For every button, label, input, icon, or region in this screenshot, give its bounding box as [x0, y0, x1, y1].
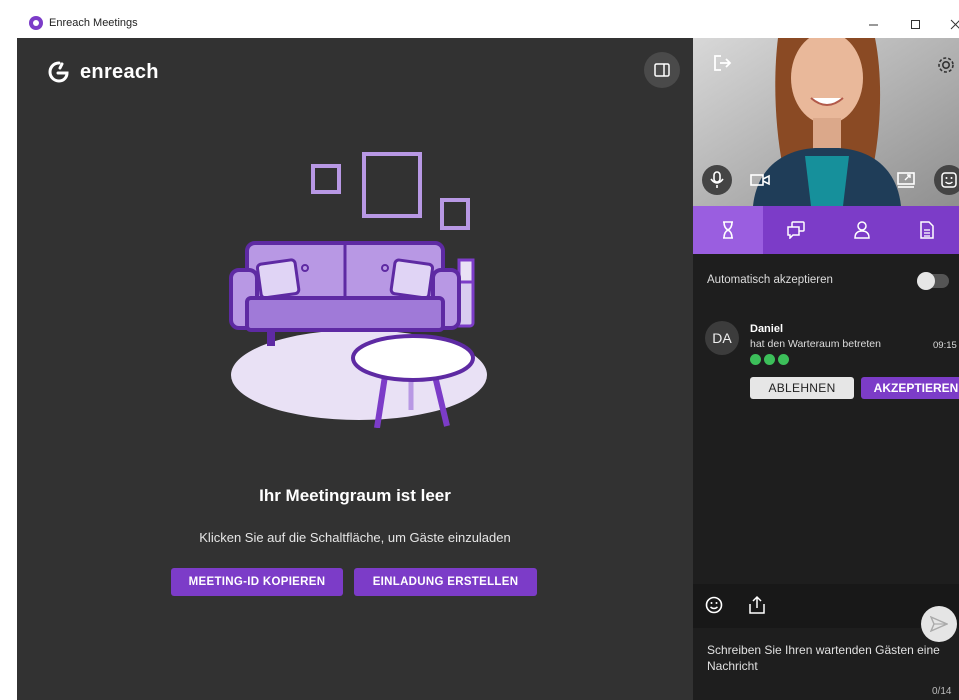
self-video-preview	[693, 38, 959, 206]
share-screen-icon	[897, 172, 915, 188]
app-logo-icon	[29, 16, 43, 30]
guest-timestamp: 09:15	[933, 340, 957, 351]
emoji-icon	[941, 172, 957, 188]
panel-toggle-button[interactable]	[644, 52, 680, 88]
guest-microphone-icon	[764, 354, 775, 365]
leave-meeting-button[interactable]	[707, 48, 737, 78]
chat-character-counter: 0/14	[932, 686, 952, 697]
tab-participants[interactable]	[829, 206, 895, 254]
tab-chat[interactable]	[763, 206, 829, 254]
guest-device-status	[750, 354, 789, 365]
guest-name: Daniel	[750, 323, 784, 335]
sidebar-toggle-icon	[654, 63, 670, 77]
close-icon[interactable]	[933, 10, 959, 38]
guest-avatar: DA	[705, 321, 739, 355]
person-icon	[854, 221, 870, 239]
copy-meeting-id-button[interactable]: MEETING-ID KOPIEREN	[171, 568, 343, 596]
chat-message-input[interactable]: Schreiben Sie Ihren wartenden Gästen ein…	[707, 642, 947, 674]
waiting-room-panel: Automatisch akzeptieren DA Daniel hat de…	[693, 38, 959, 700]
maximize-icon[interactable]	[893, 10, 937, 38]
tab-waiting-room[interactable]	[693, 206, 763, 254]
hourglass-icon	[723, 221, 733, 239]
share-screen-button[interactable]	[891, 165, 921, 195]
toggle-knob	[917, 272, 935, 290]
meeting-room-area: enreach Ihr Meetingraum ist leer Klicken…	[17, 38, 693, 700]
side-panel-tabs	[693, 206, 959, 254]
camera-icon	[750, 174, 770, 186]
settings-button[interactable]	[931, 50, 959, 80]
upload-icon	[749, 595, 765, 614]
empty-room-title: Ihr Meetingraum ist leer	[259, 486, 451, 505]
chat-toolbar	[693, 584, 959, 628]
minimize-icon[interactable]	[851, 10, 895, 38]
send-icon	[930, 616, 948, 632]
camera-button[interactable]	[745, 165, 775, 195]
upload-file-button[interactable]	[748, 595, 766, 619]
chat-icon	[787, 221, 805, 239]
empty-room-illustration	[229, 152, 487, 428]
leave-icon	[714, 55, 732, 71]
reject-guest-button[interactable]: ABLEHNEN	[750, 377, 854, 399]
microphone-button[interactable]	[702, 165, 732, 195]
emoji-picker-button[interactable]	[705, 596, 723, 618]
smiley-icon	[705, 596, 723, 614]
enreach-logo-icon	[48, 61, 69, 83]
guest-status-message: hat den Warteraum betreten	[750, 338, 881, 350]
send-message-button[interactable]	[921, 606, 957, 642]
microphone-icon	[710, 171, 724, 188]
tab-notes[interactable]	[895, 206, 959, 254]
reactions-button[interactable]	[934, 165, 959, 195]
logo-text: enreach	[80, 60, 159, 83]
document-icon	[920, 221, 934, 239]
guest-camera-icon	[778, 354, 789, 365]
settings-icon	[938, 57, 954, 73]
window-titlebar: Enreach Meetings	[17, 10, 959, 38]
auto-accept-toggle[interactable]	[917, 272, 949, 290]
accept-guest-button[interactable]: AKZEPTIEREN	[861, 377, 959, 399]
empty-room-subtitle: Klicken Sie auf die Schaltfläche, um Gäs…	[199, 530, 511, 545]
create-invitation-button[interactable]: EINLADUNG ERSTELLEN	[354, 568, 537, 596]
window-title: Enreach Meetings	[49, 17, 138, 29]
auto-accept-label: Automatisch akzeptieren	[707, 274, 833, 286]
guest-person-icon	[750, 354, 761, 365]
enreach-logo: enreach	[46, 59, 159, 85]
